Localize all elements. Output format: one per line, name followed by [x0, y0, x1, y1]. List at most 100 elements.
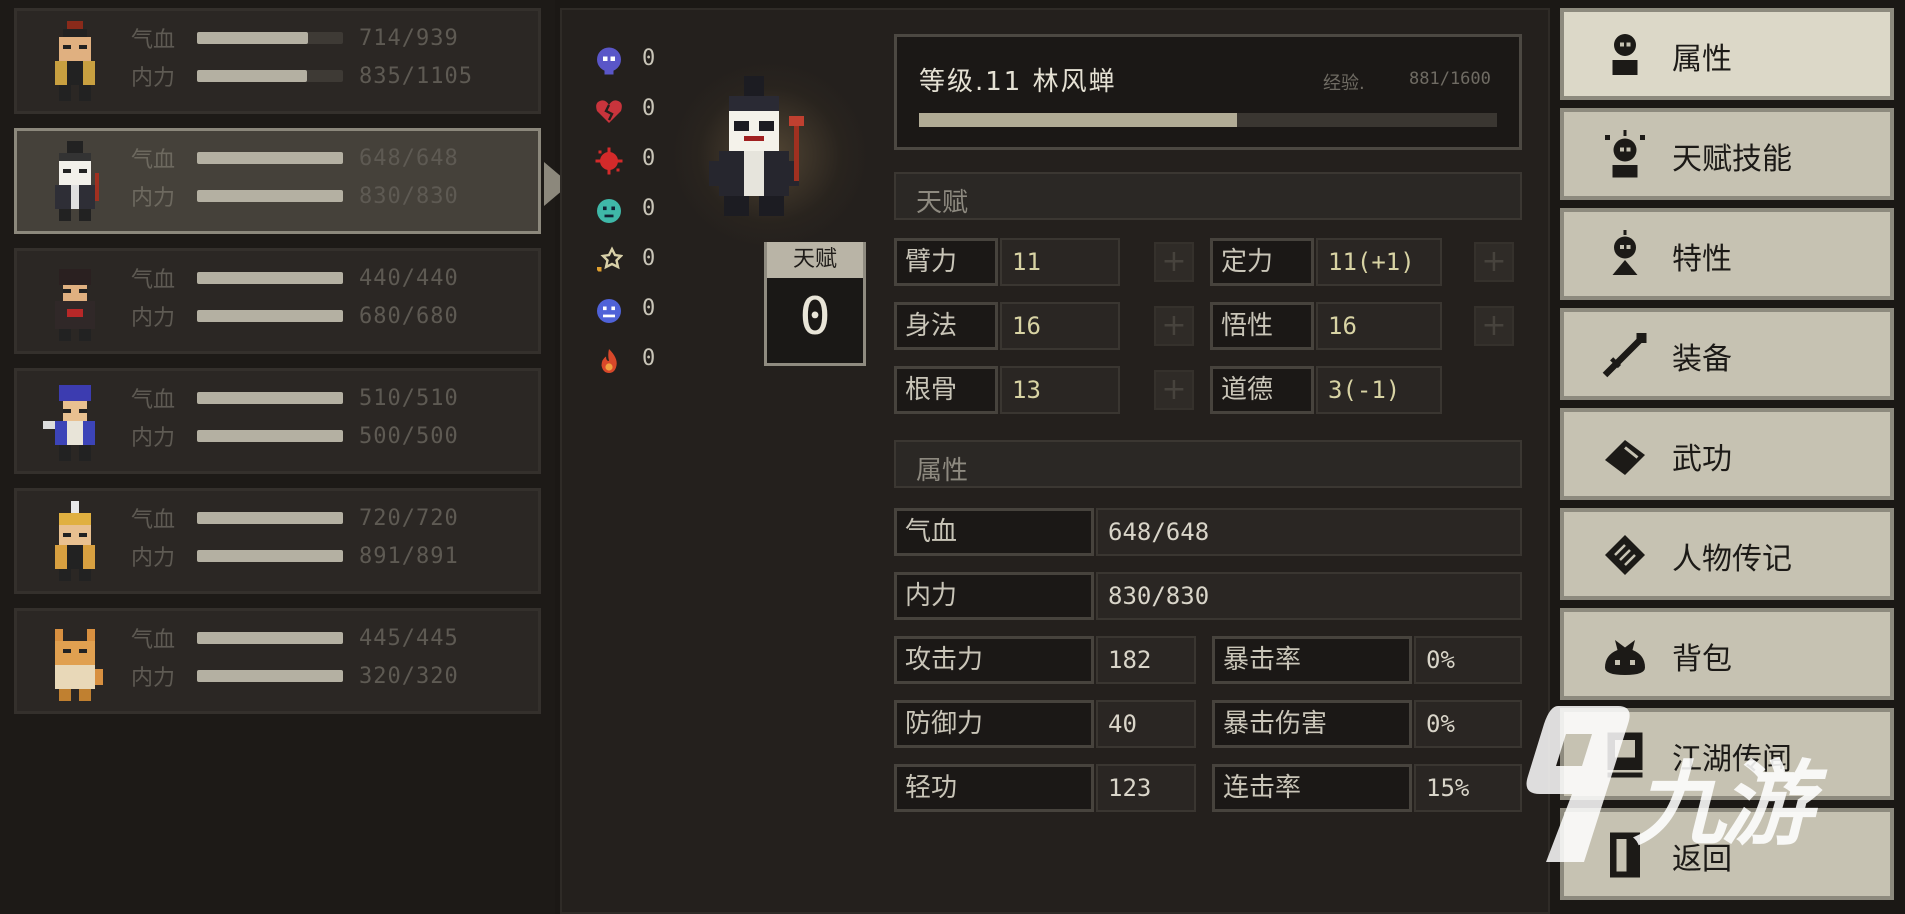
- party-member-2[interactable]: 气血 648/648 内力 830/830: [14, 128, 541, 234]
- sword-icon: [1602, 333, 1647, 378]
- hp-bar: [197, 512, 343, 524]
- character-portrait-icon: [55, 269, 95, 341]
- menu-rumors[interactable]: 江湖传闻: [1560, 708, 1894, 800]
- attr-value: 830/830: [1096, 572, 1522, 620]
- status-effects: 0 0 0 0 0 0 0: [590, 40, 670, 390]
- menu-label: 江湖传闻: [1672, 742, 1792, 777]
- menu-attributes[interactable]: 属性: [1560, 8, 1894, 100]
- status-effect-row: 0: [590, 240, 670, 290]
- character-portrait-icon: [43, 385, 95, 461]
- mp-bar: [197, 430, 343, 442]
- hp-value: 445/445: [359, 625, 459, 651]
- talent-points-label: 天赋: [767, 242, 863, 278]
- menu-equipment[interactable]: 装备: [1560, 308, 1894, 400]
- menu-bag[interactable]: 背包: [1560, 608, 1894, 700]
- mp-label: 内力: [131, 546, 176, 571]
- hp-bar: [197, 152, 343, 164]
- stat-value: 11: [1000, 238, 1120, 286]
- hp-label: 气血: [131, 28, 176, 53]
- party-member-4[interactable]: 气血 510/510 内力 500/500: [14, 368, 541, 474]
- hp-label: 气血: [131, 148, 176, 173]
- exp-bar: [919, 113, 1497, 127]
- party-member-6[interactable]: 气血 445/445 内力 320/320: [14, 608, 541, 714]
- hp-value: 510/510: [359, 385, 459, 411]
- menu-label: 返回: [1672, 842, 1732, 877]
- status-effect-row: 0: [590, 40, 670, 90]
- status-value: 0: [642, 196, 656, 221]
- menu-talent-skills[interactable]: 天赋技能: [1560, 108, 1894, 200]
- exp-value: 881/1600: [1409, 69, 1491, 89]
- mp-value: 835/1105: [359, 63, 473, 89]
- menu-label: 属性: [1672, 42, 1732, 77]
- add-point-button[interactable]: +: [1474, 306, 1514, 346]
- mp-value: 891/891: [359, 543, 459, 569]
- menu-traits[interactable]: 特性: [1560, 208, 1894, 300]
- menu-return[interactable]: 返回: [1560, 808, 1894, 900]
- stun-star-icon: [597, 246, 624, 272]
- stat-label: 道德: [1210, 366, 1314, 414]
- mp-label: 内力: [131, 186, 176, 211]
- attribute-icon: [1612, 34, 1638, 75]
- attr-value: 40: [1096, 700, 1196, 748]
- hp-value: 714/939: [359, 25, 459, 51]
- status-effect-row: 0: [590, 90, 670, 140]
- menu-biography[interactable]: 人物传记: [1560, 508, 1894, 600]
- status-effect-row: 0: [590, 290, 670, 340]
- mp-value: 680/680: [359, 303, 459, 329]
- status-value: 0: [642, 146, 656, 171]
- add-point-button[interactable]: +: [1154, 306, 1194, 346]
- party-member-5[interactable]: 气血 720/720 内力 891/891: [14, 488, 541, 594]
- mp-bar: [197, 190, 343, 202]
- section-title: 天赋: [916, 188, 969, 218]
- mp-value: 320/320: [359, 663, 459, 689]
- hp-bar: [197, 392, 343, 404]
- mp-label: 内力: [131, 306, 176, 331]
- talent-points-box: 天赋 0: [764, 242, 866, 366]
- biography-scroll-icon: [1605, 535, 1645, 575]
- character-level-card: 等级.11 林风蝉 经验. 881/1600: [894, 34, 1522, 150]
- party-member-1[interactable]: 气血 714/939 内力 835/1105: [14, 8, 541, 114]
- mp-label: 内力: [131, 426, 176, 451]
- menu-label: 背包: [1672, 642, 1732, 677]
- status-value: 0: [642, 346, 656, 371]
- mp-bar: [197, 670, 343, 682]
- talent-section-header: 天赋: [894, 172, 1522, 220]
- menu-label: 武功: [1672, 442, 1732, 477]
- attr-value: 123: [1096, 764, 1196, 812]
- mp-bar: [197, 550, 343, 562]
- status-value: 0: [642, 46, 656, 71]
- stat-value: 16: [1000, 302, 1120, 350]
- frost-face-icon: [597, 299, 621, 323]
- attr-value: 0%: [1414, 636, 1522, 684]
- bleed-splat-icon: [595, 147, 623, 175]
- hp-value: 440/440: [359, 265, 459, 291]
- add-point-button[interactable]: +: [1154, 370, 1194, 410]
- trait-icon: [1612, 230, 1638, 275]
- hp-bar: [197, 32, 343, 44]
- attr-label: 暴击率: [1212, 636, 1412, 684]
- mp-label: 内力: [131, 66, 176, 91]
- attr-value: 182: [1096, 636, 1196, 684]
- status-value: 0: [642, 246, 656, 271]
- stat-label: 悟性: [1210, 302, 1314, 350]
- add-point-button[interactable]: +: [1154, 242, 1194, 282]
- stat-label: 臂力: [894, 238, 998, 286]
- mp-bar: [197, 310, 343, 322]
- menu-label: 特性: [1672, 242, 1732, 277]
- fire-icon: [601, 349, 617, 373]
- mp-bar: [197, 70, 343, 82]
- status-value: 0: [642, 96, 656, 121]
- party-member-3[interactable]: 气血 440/440 内力 680/680: [14, 248, 541, 354]
- status-effect-row: 0: [590, 340, 670, 390]
- character-portrait-icon: [55, 21, 95, 101]
- mp-value: 830/830: [359, 183, 459, 209]
- add-point-button[interactable]: +: [1474, 242, 1514, 282]
- poison-face-icon: [597, 199, 621, 223]
- exp-label: 经验.: [1323, 73, 1365, 94]
- mp-label: 内力: [131, 666, 176, 691]
- attr-value: 648/648: [1096, 508, 1522, 556]
- menu-martial-arts[interactable]: 武功: [1560, 408, 1894, 500]
- talent-skill-icon: [1605, 130, 1645, 178]
- hp-bar: [197, 272, 343, 284]
- hp-label: 气血: [131, 268, 176, 293]
